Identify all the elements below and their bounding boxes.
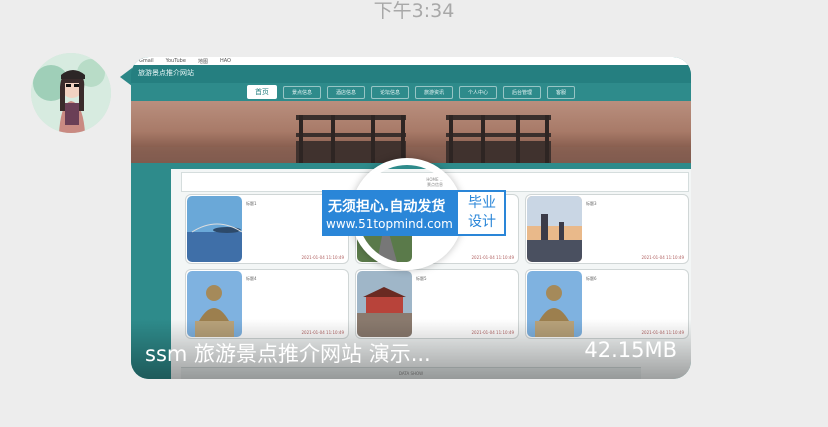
- list-item: 标题3 2021-01-04 11:10:49: [525, 194, 689, 264]
- item-title: 标题6: [586, 276, 597, 281]
- watermark-badge-line1: 毕业: [468, 195, 496, 211]
- lake-image: [187, 196, 242, 262]
- watermark-badge-text: 毕业 设计: [463, 194, 501, 232]
- watermark-line1: 无须担心.自动发货: [328, 199, 446, 215]
- video-caption: ssm 旅游景点推介网站 演示...: [145, 342, 431, 366]
- item-date: 2021-01-04 11:10:49: [301, 255, 344, 260]
- bookmark: HAO: [219, 58, 231, 64]
- nav-item: 酒店信息: [326, 85, 365, 99]
- item-date: 2021-01-04 11:10:49: [471, 255, 514, 260]
- bookmark: Gmail: [139, 58, 154, 64]
- item-title: 标题1: [246, 201, 257, 206]
- browser-bookmarks-bar: Gmail YouTube 地图 HAO: [131, 57, 691, 65]
- watermark: 无须担心.自动发货 www.51topmind.com 毕业 设计: [322, 190, 506, 236]
- site-header: 旅游景点推介网站: [131, 65, 691, 83]
- thumbnail: [187, 196, 242, 262]
- pagoda-image: [527, 196, 582, 262]
- item-date: 2021-01-04 11:10:49: [641, 255, 684, 260]
- nav-item: 个人中心: [459, 85, 498, 99]
- nav-item: 论坛信息: [370, 85, 409, 99]
- message-timestamp: 下午3:34: [373, 0, 455, 22]
- nav-item: 旅游资讯: [414, 85, 453, 99]
- site-nav: 首页 景点信息 酒店信息 论坛信息 旅游资讯 个人中心 后台管理 客服: [131, 83, 691, 101]
- watermark-blue-block: 无须担心.自动发货 www.51topmind.com: [322, 190, 456, 236]
- nav-item: 景点信息: [282, 85, 321, 99]
- nav-item-home: 首页: [246, 85, 277, 99]
- site-title: 旅游景点推介网站: [138, 69, 194, 77]
- item-title: 标题4: [246, 276, 257, 281]
- nav-item: 客服: [547, 85, 576, 99]
- video-file-size: 42.15MB: [584, 338, 677, 362]
- sender-avatar[interactable]: [31, 53, 111, 133]
- watermark-line2: www.51topmind.com: [326, 217, 453, 231]
- nav-item: 后台管理: [503, 85, 542, 99]
- bookmark: 地图: [197, 58, 208, 65]
- thumbnail: [527, 196, 582, 262]
- item-title: 标题5: [416, 276, 427, 281]
- avatar-image: [31, 53, 111, 133]
- video-message-card[interactable]: Gmail YouTube 地图 HAO 旅游景点推介网站 首页 景点信息 酒店…: [131, 57, 691, 379]
- bookmark: YouTube: [165, 58, 186, 64]
- watermark-badge-line2: 设计: [468, 214, 496, 230]
- watermark-badge: 毕业 设计: [456, 190, 506, 236]
- item-title: 标题3: [586, 201, 597, 206]
